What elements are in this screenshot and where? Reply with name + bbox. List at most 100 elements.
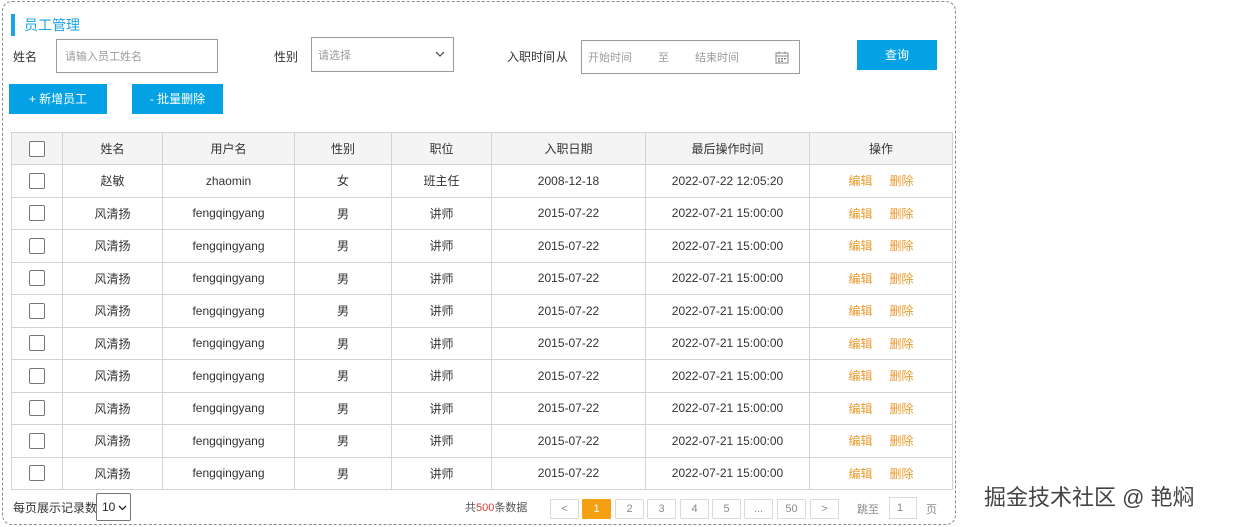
page-button-1[interactable]: 1 [582, 499, 611, 519]
cell-username: fengqingyang [162, 261, 295, 295]
edit-link[interactable]: 编辑 [848, 304, 872, 318]
cell-last-operation-time: 2022-07-21 15:00:00 [645, 456, 810, 490]
date-end-input[interactable]: 结束时间 [695, 49, 739, 65]
edit-link[interactable]: 编辑 [848, 402, 872, 416]
table-row: 风清扬 fengqingyang 男讲师 2015-07-22 2022-07-21 1… [11, 456, 953, 490]
cell-gender: 男 [294, 229, 392, 263]
row-select-cell [11, 456, 63, 490]
delete-link[interactable]: 删除 [890, 239, 914, 253]
batch-delete-button[interactable]: - 批量删除 [132, 84, 223, 114]
edit-link[interactable]: 编辑 [848, 369, 872, 383]
edit-link[interactable]: 编辑 [848, 207, 872, 221]
page-button-2[interactable]: 2 [615, 499, 644, 519]
prev-page-button[interactable]: < [550, 499, 579, 519]
cell-username: fengqingyang [162, 196, 295, 230]
delete-link[interactable]: 删除 [890, 402, 914, 416]
query-button[interactable]: 查询 [857, 40, 937, 70]
page-ellipsis: ... [744, 499, 773, 519]
table-row: 风清扬 fengqingyang 男讲师 2015-07-22 2022-07-21 1… [11, 359, 953, 393]
row-checkbox[interactable] [29, 270, 45, 287]
cell-gender: 男 [294, 359, 392, 393]
cell-hire-date: 2015-07-22 [491, 196, 646, 230]
jump-page-input[interactable]: 1 [889, 497, 917, 519]
delete-link[interactable]: 删除 [890, 207, 914, 221]
edit-link[interactable]: 编辑 [848, 239, 872, 253]
page-button-4[interactable]: 4 [680, 499, 709, 519]
page-button-5[interactable]: 5 [712, 499, 741, 519]
date-from-label: 从 [556, 50, 569, 64]
delete-link[interactable]: 删除 [890, 369, 914, 383]
table-row: 风清扬 fengqingyang 男讲师 2015-07-22 2022-07-21 1… [11, 294, 953, 328]
page-button-3[interactable]: 3 [647, 499, 676, 519]
cell-position: 讲师 [391, 261, 492, 295]
chevron-down-icon [435, 51, 445, 57]
header-gender: 性别 [294, 132, 392, 165]
next-page-button[interactable]: > [810, 499, 839, 519]
name-search-input[interactable]: 请输入员工姓名 [56, 39, 218, 73]
row-checkbox[interactable] [29, 400, 45, 417]
table-row: 风清扬 fengqingyang 男讲师 2015-07-22 2022-07-21 1… [11, 424, 953, 458]
cell-hire-date: 2015-07-22 [491, 424, 646, 458]
cell-actions: 编辑 删除 [809, 261, 953, 295]
date-start-input[interactable]: 开始时间 [588, 49, 632, 65]
edit-link[interactable]: 编辑 [848, 434, 872, 448]
hire-date-filter-label: 入职时间 [507, 50, 556, 64]
cell-last-operation-time: 2022-07-21 15:00:00 [645, 196, 810, 230]
employee-panel: 员工管理 姓名 请输入员工姓名 性别 请选择 入职时间 从 开始时间 至 结束时… [2, 1, 956, 525]
cell-name: 风清扬 [62, 359, 163, 393]
cell-hire-date: 2015-07-22 [491, 294, 646, 328]
cell-username: fengqingyang [162, 294, 295, 328]
name-search-placeholder: 请输入员工姓名 [65, 51, 142, 63]
cell-position: 讲师 [391, 196, 492, 230]
hire-date-range-picker[interactable]: 开始时间 至 结束时间 [581, 40, 800, 74]
cell-actions: 编辑 删除 [809, 424, 953, 458]
row-select-cell [11, 261, 63, 295]
edit-link[interactable]: 编辑 [848, 174, 872, 188]
cell-position: 讲师 [391, 229, 492, 263]
last-page-button[interactable]: 50 [777, 499, 806, 519]
row-checkbox[interactable] [29, 237, 45, 254]
cell-actions: 编辑 删除 [809, 196, 953, 230]
edit-link[interactable]: 编辑 [848, 272, 872, 286]
row-checkbox[interactable] [29, 465, 45, 482]
header-actions: 操作 [809, 132, 953, 165]
cell-hire-date: 2015-07-22 [491, 326, 646, 360]
cell-hire-date: 2015-07-22 [491, 261, 646, 295]
row-checkbox[interactable] [29, 302, 45, 319]
total-suffix: 条数据 [494, 502, 528, 514]
row-checkbox[interactable] [29, 205, 45, 222]
page-size-label: 每页展示记录数 [13, 501, 98, 515]
delete-link[interactable]: 删除 [890, 272, 914, 286]
cell-last-operation-time: 2022-07-21 15:00:00 [645, 261, 810, 295]
cell-position: 班主任 [391, 164, 492, 198]
edit-link[interactable]: 编辑 [848, 337, 872, 351]
cell-gender: 男 [294, 261, 392, 295]
row-checkbox[interactable] [29, 432, 45, 449]
cell-username: zhaomin [162, 164, 295, 198]
delete-link[interactable]: 删除 [890, 467, 914, 481]
add-employee-button[interactable]: + 新增员工 [9, 84, 107, 114]
cell-name: 风清扬 [62, 424, 163, 458]
header-last-operation-time: 最后操作时间 [645, 132, 810, 165]
delete-link[interactable]: 删除 [890, 434, 914, 448]
row-checkbox[interactable] [29, 172, 45, 189]
edit-link[interactable]: 编辑 [848, 467, 872, 481]
cell-actions: 编辑 删除 [809, 164, 953, 198]
table-row: 风清扬 fengqingyang 男讲师 2015-07-22 2022-07-21 1… [11, 196, 953, 230]
row-checkbox[interactable] [29, 335, 45, 352]
page-size-select[interactable]: 10 [96, 493, 131, 521]
row-checkbox[interactable] [29, 367, 45, 384]
row-select-cell [11, 196, 63, 230]
cell-position: 讲师 [391, 326, 492, 360]
delete-link[interactable]: 删除 [890, 304, 914, 318]
cell-position: 讲师 [391, 359, 492, 393]
header-name: 姓名 [62, 132, 163, 165]
employee-table: 姓名 用户名 性别 职位 入职日期 最后操作时间 操作 赵敏 zhaomin 女班主… [11, 132, 953, 490]
cell-username: fengqingyang [162, 424, 295, 458]
select-all-checkbox[interactable] [29, 140, 45, 157]
delete-link[interactable]: 删除 [890, 337, 914, 351]
gender-select[interactable]: 请选择 [311, 37, 454, 72]
delete-link[interactable]: 删除 [890, 174, 914, 188]
cell-name: 赵敏 [62, 164, 163, 198]
cell-username: fengqingyang [162, 456, 295, 490]
